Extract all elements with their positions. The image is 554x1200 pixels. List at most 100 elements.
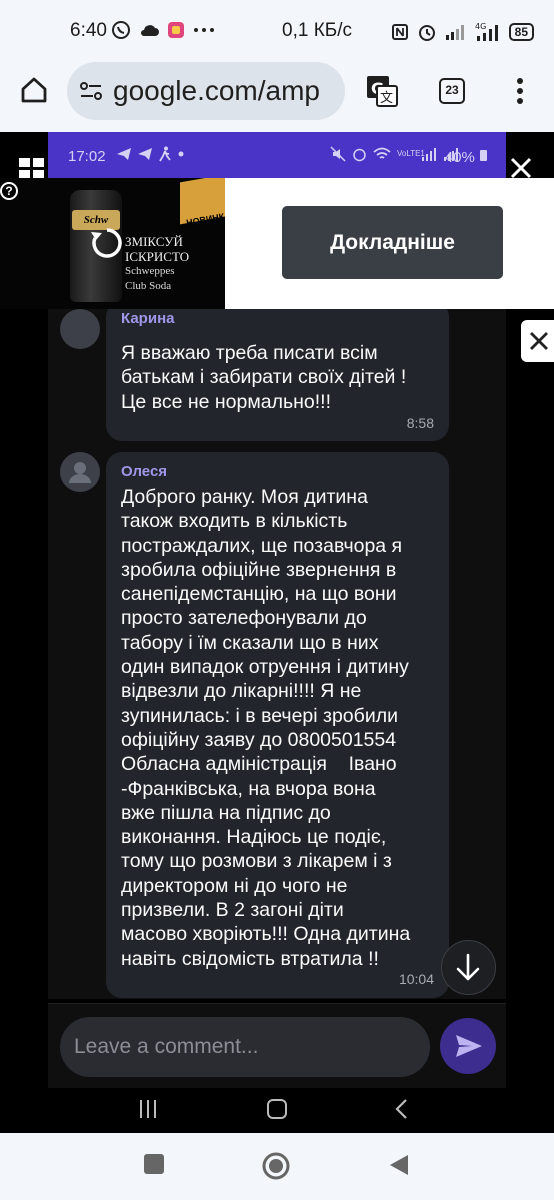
message-line: санепідемстанцію, на що вони xyxy=(121,583,397,606)
message-bubble[interactable]: Карина Я вважаю треба писати всім батька… xyxy=(106,309,449,441)
url-text: google.com/amp xyxy=(113,75,321,106)
ad-copy-line: Schweppes xyxy=(125,265,175,277)
recent-apps-icon[interactable] xyxy=(137,1098,159,1120)
message-line: також входить в кількість xyxy=(121,510,348,533)
message-line: відвезли до лікарні!!!! Я не xyxy=(121,680,362,703)
viber-icon xyxy=(112,21,130,39)
message-line: вже пішла на підпис до xyxy=(121,801,331,824)
signal-4g-icon: 4G xyxy=(475,22,498,41)
home-icon[interactable] xyxy=(261,1151,291,1181)
chat-list[interactable]: Карина Я вважаю треба писати всім батька… xyxy=(48,309,506,999)
inner-navigation-bar xyxy=(48,1088,506,1133)
comment-bar: Leave a comment... xyxy=(48,1003,506,1088)
telegram-icon xyxy=(138,148,152,160)
signal-icon xyxy=(422,148,436,161)
message-line: виконання. Надіюсь це подіє, xyxy=(121,826,387,849)
grid-icon[interactable] xyxy=(18,157,46,179)
system-status-bar: 6:40 0,1 КБ/с 4G 85 xyxy=(0,0,554,62)
inner-battery-level: 40% xyxy=(444,149,475,166)
svg-text:4G: 4G xyxy=(475,22,486,31)
message-line: Я вважаю треба писати всім xyxy=(121,342,378,364)
more-menu-icon[interactable] xyxy=(510,76,530,106)
wifi-icon xyxy=(373,147,391,159)
ad-copy-line: ЗМІКСУЙ ІСКРИСТО xyxy=(125,234,190,264)
message-line: -Франківська, на вчора вона xyxy=(121,777,376,800)
system-navigation-bar xyxy=(0,1133,554,1200)
message-line: навіть свідомість втратила !! xyxy=(121,947,379,970)
walking-icon xyxy=(159,146,171,162)
dot-icon xyxy=(178,151,184,157)
message-line: просто зателефонували до xyxy=(121,607,367,630)
volte-label: VoLTE1 xyxy=(397,149,425,158)
replay-icon[interactable] xyxy=(88,224,126,262)
message-bubble[interactable]: Олеся Доброго ранку. Моя дитина також вх… xyxy=(106,452,449,998)
more-notifications-icon xyxy=(194,28,214,32)
clock: 6:40 xyxy=(70,20,107,41)
avatar[interactable] xyxy=(60,452,100,492)
inner-clock: 17:02 xyxy=(68,148,106,165)
send-icon xyxy=(456,1035,482,1057)
arrow-down-icon xyxy=(456,953,480,981)
ad-info-button[interactable]: ? xyxy=(0,182,18,200)
tab-switcher-button[interactable]: 23 xyxy=(439,78,465,104)
home-icon[interactable] xyxy=(20,76,48,104)
message-line: Це все не нормально!!! xyxy=(121,390,331,413)
inner-system-icons: VoLTE1 xyxy=(330,146,459,162)
home-icon[interactable] xyxy=(266,1098,288,1120)
alarm-icon xyxy=(418,25,435,41)
close-icon xyxy=(530,332,548,350)
app-icon xyxy=(168,22,184,38)
avatar[interactable] xyxy=(60,309,100,349)
battery-level: 85 xyxy=(508,23,534,41)
ad-image[interactable]: Schw НОВИНКА ЗМІКСУЙ ІСКРИСТО Schweppes … xyxy=(0,178,225,309)
message-line: призвели. В 2 загоні діти xyxy=(121,899,344,922)
comment-input[interactable]: Leave a comment... xyxy=(60,1017,430,1077)
ad-copy: ЗМІКСУЙ ІСКРИСТО Schweppes Club Soda xyxy=(125,234,225,294)
message-time: 8:58 xyxy=(406,415,434,431)
signal-icon xyxy=(445,25,464,40)
message-text: Я вважаю треба писати всім батькам і заб… xyxy=(121,341,406,414)
recent-apps-icon[interactable] xyxy=(143,1153,165,1175)
message-line: один випадок отруення і дитину xyxy=(121,656,409,679)
battery-icon xyxy=(480,150,487,161)
nfc-icon xyxy=(391,24,408,40)
user-icon xyxy=(69,462,91,483)
mute-icon xyxy=(330,146,346,162)
message-line: батькам і забирати своїх дітей ! xyxy=(121,366,407,389)
message-line: Доброго ранку. Моя дитина xyxy=(121,486,368,508)
ad-cta-button[interactable]: Докладніше xyxy=(282,206,503,279)
translate-icon[interactable]: G文 xyxy=(365,74,399,108)
inner-notification-icons xyxy=(116,146,185,162)
send-button[interactable] xyxy=(440,1018,496,1074)
site-settings-icon[interactable] xyxy=(79,80,103,102)
system-icons: 4G 85 xyxy=(391,22,534,42)
message-line: зробила офіційне звернення в xyxy=(121,558,397,581)
svg-text:文: 文 xyxy=(380,91,393,106)
back-icon[interactable] xyxy=(388,1153,410,1177)
message-line: тому що розмови з лікарем і з xyxy=(121,850,392,873)
message-line: офіційну заяву до 0800501554 xyxy=(121,728,397,751)
telegram-icon xyxy=(117,148,131,160)
ad-copy-line: Club Soda xyxy=(125,280,172,292)
message-line: зупинилась: і в вечері зробили xyxy=(121,704,398,727)
scroll-to-bottom-button[interactable] xyxy=(441,940,496,995)
message-line: Обласна адміністрація Івано xyxy=(121,753,397,776)
message-time: 10:04 xyxy=(398,971,434,987)
back-icon[interactable] xyxy=(394,1098,410,1120)
inner-status-bar: 17:02 VoLTE1 40% xyxy=(48,132,506,178)
sender-name[interactable]: Олеся xyxy=(121,463,167,480)
alarm-icon xyxy=(353,148,366,161)
cloud-icon xyxy=(141,25,159,36)
network-speed: 0,1 КБ/с xyxy=(282,20,353,41)
address-bar[interactable]: google.com/amp xyxy=(67,62,345,120)
inner-battery: 40% xyxy=(445,148,488,166)
message-text: Доброго ранку. Моя дитина також входить … xyxy=(121,485,410,971)
notification-icons xyxy=(111,20,215,40)
message-line: табору і їм сказали що в них xyxy=(121,631,379,654)
close-ad-button[interactable] xyxy=(521,320,554,362)
browser-toolbar: google.com/amp G文 23 xyxy=(0,62,554,132)
ad-banner[interactable]: Schw НОВИНКА ЗМІКСУЙ ІСКРИСТО Schweppes … xyxy=(0,178,554,309)
message-line: постраждалих, ще позавчора я xyxy=(121,534,403,557)
message-line: масово хворіють!!! Одна дитина xyxy=(121,923,411,946)
sender-name[interactable]: Карина xyxy=(121,310,174,327)
